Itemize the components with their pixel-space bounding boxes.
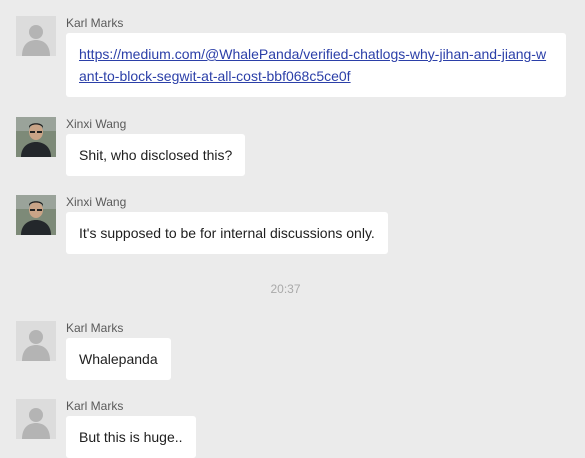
- default-avatar-icon[interactable]: [16, 399, 56, 439]
- default-avatar-icon[interactable]: [16, 321, 56, 361]
- timestamp: 20:37: [270, 282, 301, 296]
- photo-avatar[interactable]: [16, 117, 56, 157]
- message-bubble: https://medium.com/@WhalePanda/verified-…: [66, 33, 566, 97]
- photo-avatar[interactable]: [16, 195, 56, 235]
- message-bubble: But this is huge..: [66, 416, 196, 458]
- chat-window: Karl Marks https://medium.com/@WhalePand…: [0, 0, 585, 458]
- message-bubble: Shit, who disclosed this?: [66, 134, 246, 176]
- message-bubble: It's supposed to be for internal discuss…: [66, 212, 388, 254]
- sender-name: Karl Marks: [66, 16, 124, 30]
- sender-name: Xinxi Wang: [66, 117, 127, 131]
- default-avatar-icon[interactable]: [16, 16, 56, 56]
- message-link[interactable]: https://medium.com/@WhalePanda/verified-…: [79, 46, 546, 84]
- sender-name: Xinxi Wang: [66, 195, 127, 209]
- sender-name: Karl Marks: [66, 399, 124, 413]
- message-bubble: Whalepanda: [66, 338, 171, 380]
- sender-name: Karl Marks: [66, 321, 124, 335]
